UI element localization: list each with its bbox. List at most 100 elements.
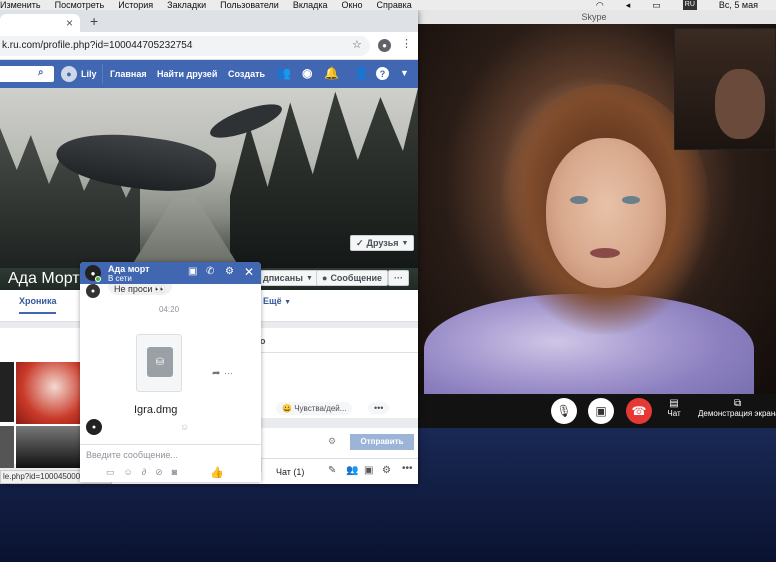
browser-tab-strip: × + — [0, 10, 418, 32]
gif-icon[interactable]: ▭ — [106, 467, 115, 478]
new-tab-icon[interactable]: + — [90, 13, 98, 29]
photo-thumb-3[interactable] — [0, 426, 14, 468]
emoji-icon: 😀 — [282, 404, 292, 413]
photo-thumb-4[interactable] — [16, 426, 80, 468]
nav-home-link[interactable]: Главная — [110, 69, 147, 79]
photos-card — [0, 328, 82, 468]
menu-item-edit[interactable]: Изменить — [0, 0, 41, 10]
composer-divider — [260, 352, 418, 353]
profile-more-button[interactable]: ··· — [388, 270, 409, 286]
video-call-icon[interactable]: ▣ — [188, 266, 197, 277]
message-more-icon[interactable]: ··· — [224, 368, 233, 378]
emoji-icon[interactable]: ☺ — [124, 467, 133, 477]
send-button[interactable]: Отправить — [350, 434, 414, 450]
microphone-button[interactable]: 🎙 — [551, 398, 577, 424]
file-name[interactable]: Igra.dmg — [134, 404, 177, 416]
tab-more-chevron-icon: ▼ — [284, 299, 292, 306]
subscribed-button[interactable]: дписаны ▼ — [258, 270, 319, 286]
send-row: ⚙ Отправить — [260, 428, 418, 458]
settings-gear-icon[interactable]: ⚙ — [328, 436, 336, 447]
profile-name[interactable]: Ада Морт — [8, 270, 80, 288]
video-person-face — [546, 138, 666, 288]
feelings-label: Чувства/дей... — [294, 404, 347, 413]
feelings-activity-button[interactable]: 😀 Чувства/дей... — [276, 402, 353, 415]
self-view-video[interactable] — [674, 28, 776, 150]
menu-item-help[interactable]: Справка — [376, 0, 411, 10]
quick-help-icon[interactable]: 👤 — [354, 66, 369, 80]
group-icon[interactable]: 👥 — [346, 465, 358, 476]
account-menu-caret-icon[interactable]: ▼ — [400, 68, 409, 78]
camera-icon[interactable]: ◙ — [172, 467, 177, 477]
messenger-chat-window: ● Ада морт В сети ▣ ✆ ⚙ ✕ ● Не проси 👀 0… — [80, 262, 261, 482]
bookmark-star-icon[interactable]: ☆ — [352, 38, 362, 51]
reaction-icon[interactable]: ☺ — [180, 422, 189, 432]
menu-item-view[interactable]: Посмотреть — [55, 0, 105, 10]
photo-thumb-2[interactable] — [16, 362, 80, 424]
facebook-search-input[interactable]: ⌕ — [0, 66, 54, 82]
browser-menu-icon[interactable]: ⋮ — [401, 37, 412, 50]
chat-settings-icon[interactable]: ⚙ — [382, 465, 391, 476]
attach-icon[interactable]: ∂ — [142, 467, 146, 477]
hang-up-icon: ☎ — [631, 404, 647, 418]
menu-item-users[interactable]: Пользователи — [220, 0, 279, 10]
friends-button-label: Друзья — [366, 238, 399, 248]
chat-button[interactable]: ▤ Чат — [662, 398, 686, 418]
contact-name[interactable]: Ада морт — [108, 264, 150, 274]
nav-create-link[interactable]: Создать — [228, 69, 265, 79]
video-call-icon[interactable]: ▣ — [364, 465, 373, 476]
menu-item-tab[interactable]: Вкладка — [293, 0, 328, 10]
message-input[interactable]: Введите сообщение... — [86, 450, 178, 460]
hang-up-button[interactable]: ☎ — [626, 398, 652, 424]
chat-sidebar-bar: Чат (1) ✎ 👥 ▣ ⚙ ••• — [262, 458, 418, 484]
browser-tab[interactable]: × — [0, 14, 80, 32]
menu-item-window[interactable]: Окно — [342, 0, 363, 10]
phone-icon[interactable]: ✆ — [206, 266, 214, 277]
volume-icon[interactable]: ◂ — [626, 0, 631, 10]
tab-timeline[interactable]: Хроника — [19, 296, 57, 314]
notifications-bell-icon[interactable]: 🔔 — [324, 66, 339, 80]
search-icon[interactable]: ⌕ — [38, 67, 44, 78]
help-question-icon[interactable]: ? — [376, 67, 389, 80]
screen-share-button[interactable]: ⧉ Демонстрация экрана — [698, 398, 776, 418]
composer-card: о 😀 Чувства/дей... ••• — [260, 328, 418, 418]
file-attachment[interactable]: ⛁ — [136, 334, 182, 392]
menu-item-bookmarks[interactable]: Закладки — [167, 0, 206, 10]
cover-photo[interactable]: ✓ Друзья ▼ — [0, 88, 418, 268]
url-field[interactable]: k.ru.com/profile.php?id=100044705232754 — [0, 36, 370, 56]
link-icon[interactable]: ⊘ — [155, 467, 163, 478]
input-source-indicator[interactable]: RU — [682, 0, 697, 10]
message-button[interactable]: ● Сообщение — [316, 270, 389, 286]
compose-icon[interactable]: ✎ — [328, 465, 336, 476]
user-avatar[interactable]: ● — [61, 66, 77, 82]
close-icon[interactable]: ✕ — [244, 265, 254, 279]
subscribed-button-label: дписаны — [263, 273, 303, 283]
menu-item-history[interactable]: История — [118, 0, 153, 10]
tab-close-icon[interactable]: × — [66, 16, 73, 30]
user-name-link[interactable]: Lily — [81, 69, 97, 79]
friend-requests-icon[interactable]: 👥 — [276, 66, 291, 80]
nav-find-friends-link[interactable]: Найти друзей — [157, 69, 217, 79]
nav-divider — [102, 64, 103, 84]
friends-status-button[interactable]: ✓ Друзья ▼ — [350, 235, 415, 251]
photo-thumb-1[interactable] — [0, 362, 14, 422]
self-view-person — [715, 69, 765, 139]
share-icon[interactable]: ➦ — [212, 368, 220, 379]
microphone-icon: 🎙 — [556, 404, 572, 418]
wifi-icon[interactable]: ◠ — [596, 0, 604, 10]
chat-more-icon[interactable]: ••• — [402, 463, 413, 474]
screen-share-label: Демонстрация экрана — [698, 409, 776, 418]
message-bubble-icon: ● — [322, 273, 328, 283]
messenger-icon[interactable]: ◉ — [302, 66, 312, 80]
chat-tab-button[interactable]: Чат (1) — [276, 467, 304, 477]
chat-header[interactable]: ● Ада морт В сети ▣ ✆ ⚙ ✕ — [80, 262, 261, 284]
video-toggle-button[interactable]: ▣ — [588, 398, 614, 424]
composer-more-button[interactable]: ••• — [368, 402, 390, 414]
facebook-top-bar: ⌕ ● Lily Главная Найти друзей Создать 👥 … — [0, 60, 418, 88]
like-thumb-icon[interactable]: 👍 — [210, 466, 224, 479]
clock[interactable]: Вс, 5 мая — [719, 0, 758, 10]
tab-more[interactable]: Ещё ▼ — [263, 296, 291, 306]
chat-gear-icon[interactable]: ⚙ — [225, 266, 234, 277]
profile-avatar-icon[interactable]: ● — [378, 39, 391, 52]
battery-icon[interactable]: ▭ — [652, 0, 661, 10]
video-camera-icon: ▣ — [595, 404, 607, 418]
